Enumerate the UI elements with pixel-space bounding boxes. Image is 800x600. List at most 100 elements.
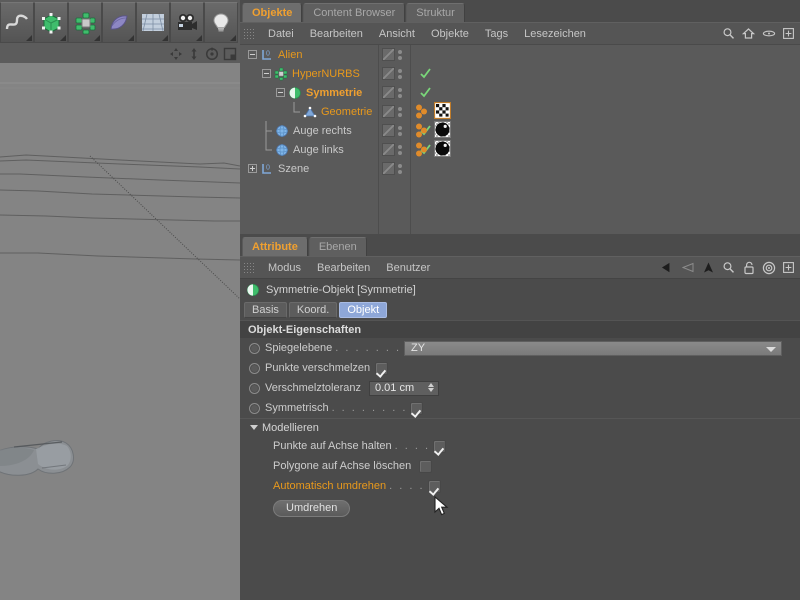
visibility-toggle[interactable]: [382, 124, 395, 137]
spline-tool-button[interactable]: [0, 2, 34, 43]
menu-ansicht[interactable]: Ansicht: [371, 23, 423, 45]
expander-toggle[interactable]: [276, 88, 285, 97]
plus-box-icon[interactable]: [781, 260, 796, 275]
tag-dots-icon: [414, 102, 434, 121]
material-tag-black-icon[interactable]: [434, 121, 451, 141]
tab-attribute-label: Attribute: [252, 241, 298, 253]
plus-box-icon[interactable]: [781, 26, 796, 41]
eye-icon[interactable]: [761, 26, 776, 41]
symmetrisch-checkbox[interactable]: [410, 402, 423, 415]
up-arrow-icon[interactable]: [701, 260, 716, 275]
enabled-check-icon[interactable]: [420, 68, 431, 79]
tab-attribute[interactable]: Attribute: [242, 237, 308, 256]
table-row[interactable]: HyperNURBS: [240, 64, 800, 83]
punkte-verschmelzen-checkbox[interactable]: [375, 362, 388, 375]
menu-bearbeiten[interactable]: Bearbeiten: [302, 23, 371, 45]
object-label: HyperNURBS: [292, 68, 360, 80]
spiegelebene-dropdown[interactable]: ZY: [404, 341, 782, 356]
verschmelztoleranz-input[interactable]: 0.01 cm: [369, 381, 439, 396]
punkte-auf-achse-halten-checkbox[interactable]: [433, 440, 446, 453]
menu-objekte[interactable]: Objekte: [423, 23, 477, 45]
automatisch-umdrehen-checkbox[interactable]: [428, 480, 441, 493]
visibility-toggle[interactable]: [382, 105, 395, 118]
zoom-icon[interactable]: [185, 46, 202, 62]
tab-ebenen[interactable]: Ebenen: [309, 237, 367, 256]
tab-koord[interactable]: Koord.: [289, 302, 337, 318]
panel-grip-icon[interactable]: [243, 262, 254, 273]
viewport-3d[interactable]: [0, 63, 240, 600]
visibility-toggle[interactable]: [382, 143, 395, 156]
back-arrow-icon[interactable]: [661, 260, 676, 275]
light-tool-button[interactable]: [204, 2, 238, 43]
target-icon[interactable]: [761, 260, 776, 275]
menu-bearbeiten[interactable]: Bearbeiten: [309, 257, 378, 279]
visibility-dots-icon[interactable]: [398, 126, 402, 136]
deformer-tool-button[interactable]: [102, 2, 136, 43]
tab-struktur[interactable]: Struktur: [406, 3, 465, 22]
tab-objekt[interactable]: Objekt: [339, 302, 387, 318]
property-symmetrisch: Symmetrisch . . . . . . . .: [240, 398, 800, 418]
tab-basis[interactable]: Basis: [244, 302, 287, 318]
visibility-toggle[interactable]: [382, 48, 395, 61]
quantity-stepper[interactable]: [428, 383, 434, 392]
page-title: Symmetrie-Objekt [Symmetrie]: [266, 284, 416, 296]
enabled-check-icon[interactable]: [420, 87, 431, 98]
panel-grip-icon[interactable]: [243, 28, 254, 39]
tab-content-browser[interactable]: Content Browser: [303, 3, 405, 22]
table-row[interactable]: Auge rechts: [240, 121, 800, 140]
umdrehen-button[interactable]: Umdrehen: [273, 500, 350, 517]
null-object-icon: 0: [260, 162, 274, 176]
tag-group[interactable]: [414, 140, 451, 159]
menu-modus[interactable]: Modus: [260, 257, 309, 279]
search-icon[interactable]: [721, 260, 736, 275]
visibility-dots-icon[interactable]: [398, 88, 402, 98]
visibility-toggle[interactable]: [382, 67, 395, 80]
object-manager[interactable]: 0 Alien: [240, 44, 800, 234]
tab-objekte[interactable]: Objekte: [242, 3, 302, 22]
hypernurbs-tool-button[interactable]: [68, 2, 102, 43]
lock-icon[interactable]: [741, 260, 756, 275]
forward-arrow-icon[interactable]: [681, 260, 696, 275]
animate-track-icon[interactable]: [249, 363, 260, 374]
visibility-dots-icon[interactable]: [398, 107, 402, 117]
table-row[interactable]: 0 Alien: [240, 45, 800, 64]
visibility-dots-icon[interactable]: [398, 50, 402, 60]
cube-tool-button[interactable]: [34, 2, 68, 43]
property-label: Polygone auf Achse löschen: [273, 460, 411, 472]
rotate-icon[interactable]: [203, 46, 220, 62]
visibility-dots-icon[interactable]: [398, 145, 402, 155]
layout-icon[interactable]: [221, 46, 238, 62]
animate-track-icon[interactable]: [249, 383, 260, 394]
object-tree: 0 Alien: [240, 45, 800, 178]
camera-tool-button[interactable]: [170, 2, 204, 43]
visibility-dots-icon[interactable]: [398, 69, 402, 79]
scene-tool-button[interactable]: [136, 2, 170, 43]
table-row[interactable]: 0 Szene: [240, 159, 800, 178]
menu-benutzer[interactable]: Benutzer: [378, 257, 438, 279]
menu-datei[interactable]: Datei: [260, 23, 302, 45]
visibility-dots-icon[interactable]: [398, 164, 402, 174]
menu-tags[interactable]: Tags: [477, 23, 516, 45]
table-row[interactable]: Symmetrie: [240, 83, 800, 102]
expander-toggle[interactable]: [248, 164, 257, 173]
section-modellieren[interactable]: Modellieren: [240, 418, 800, 436]
expander-toggle[interactable]: [248, 50, 257, 59]
polygone-auf-achse-loeschen-checkbox[interactable]: [419, 460, 432, 473]
tag-group[interactable]: [414, 102, 451, 121]
polygon-icon: [303, 105, 317, 119]
home-icon[interactable]: [741, 26, 756, 41]
visibility-toggle[interactable]: [382, 86, 395, 99]
material-tag-checker-icon[interactable]: [434, 102, 451, 122]
table-row[interactable]: Auge links: [240, 140, 800, 159]
pan-icon[interactable]: [167, 46, 184, 62]
tag-group[interactable]: [414, 121, 451, 140]
material-tag-black-icon[interactable]: [434, 140, 451, 160]
table-row[interactable]: Geometrie: [240, 102, 800, 121]
expander-toggle[interactable]: [262, 69, 271, 78]
menu-lesezeichen[interactable]: Lesezeichen: [516, 23, 594, 45]
section-title: Objekt-Eigenschaften: [248, 324, 361, 336]
search-icon[interactable]: [721, 26, 736, 41]
animate-track-icon[interactable]: [249, 343, 260, 354]
visibility-toggle[interactable]: [382, 162, 395, 175]
animate-track-icon[interactable]: [249, 403, 260, 414]
